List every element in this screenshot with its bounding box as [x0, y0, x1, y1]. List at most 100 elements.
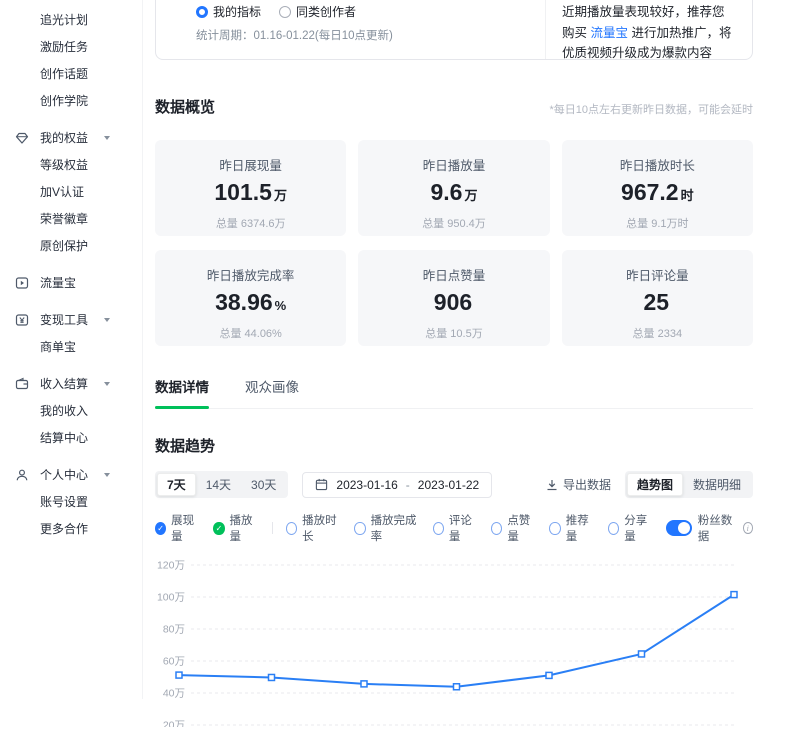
data-point-marker[interactable]: [361, 681, 367, 687]
sidebar-item[interactable]: 荣誉徽章: [0, 205, 142, 232]
sidebar-list: 追光计划激励任务创作话题创作学院我的权益等级权益加V认证荣誉徽章原创保护流量宝变…: [0, 6, 142, 542]
stat-card-unit: %: [275, 298, 287, 313]
sidebar-item[interactable]: 加V认证: [0, 178, 142, 205]
detail-tabs: 数据详情 观众画像: [155, 376, 753, 409]
circle-unchecked-icon: [433, 522, 444, 535]
radio-dot-icon: [196, 6, 208, 18]
date-end: 2023-01-22: [418, 478, 479, 492]
tab-data-detail[interactable]: 数据详情: [155, 376, 209, 408]
circle-unchecked-icon: [608, 522, 619, 535]
sidebar-item-label: 加V认证: [40, 183, 84, 200]
chart-view-segmented: 趋势图数据明细: [625, 471, 753, 498]
y-axis-tick: 100万: [157, 592, 185, 604]
sidebar-item[interactable]: 结算中心: [0, 424, 142, 451]
stat-card-total: 总量 6374.6万: [155, 215, 346, 231]
sidebar-item[interactable]: 我的权益: [0, 124, 142, 151]
sidebar-item[interactable]: 原创保护: [0, 232, 142, 259]
metric-checkbox[interactable]: 播放时长: [286, 512, 341, 544]
sidebar-item[interactable]: 等级权益: [0, 151, 142, 178]
metric-label: 分享量: [624, 512, 653, 544]
stat-card-number: 101.5: [214, 179, 272, 205]
fans-data-toggle[interactable]: [666, 520, 691, 536]
sidebar-item[interactable]: 个人中心: [0, 461, 142, 488]
sidebar-item-label: 创作话题: [40, 65, 88, 82]
range-option-0[interactable]: 7天: [157, 473, 196, 496]
metric-checkbox[interactable]: ✓ 播放量: [213, 512, 258, 544]
sidebar-item[interactable]: 流量宝: [0, 269, 142, 296]
stat-card-label: 昨日播放时长: [562, 155, 753, 174]
data-point-marker[interactable]: [639, 651, 645, 657]
traffic-bao-link[interactable]: 流量宝: [590, 26, 628, 40]
data-point-marker[interactable]: [546, 672, 552, 678]
radio-label: 同类创作者: [296, 3, 356, 20]
metric-label: 播放完成率: [371, 512, 420, 544]
date-separator: -: [406, 478, 410, 492]
indicator-radio-group: 我的指标 同类创作者: [196, 3, 545, 20]
view-option-1[interactable]: 数据明细: [683, 473, 751, 496]
data-point-marker[interactable]: [269, 674, 275, 680]
metric-label: 播放量: [230, 512, 259, 544]
metric-checkbox[interactable]: 播放完成率: [354, 512, 419, 544]
stat-card-number: 25: [644, 289, 670, 315]
range-option-1[interactable]: 14天: [196, 473, 241, 496]
sidebar-item-label: 变现工具: [40, 311, 88, 328]
y-axis-tick: 120万: [157, 560, 185, 572]
main-content: 我的指标同类创作者 统计周期：01.16-01.22(每日10点更新) 近期播放…: [155, 0, 753, 732]
metric-checkbox[interactable]: 分享量: [608, 512, 653, 544]
sidebar-item[interactable]: 商单宝: [0, 333, 142, 360]
sidebar-item-label: 追光计划: [40, 11, 88, 28]
stat-card-number: 38.96: [215, 289, 273, 315]
view-option-0[interactable]: 趋势图: [627, 473, 683, 496]
stat-card: 昨日点赞量906总量 10.5万: [358, 250, 549, 346]
chevron-down-icon: [104, 318, 110, 322]
sidebar-item[interactable]: 激励任务: [0, 33, 142, 60]
sidebar-item-label: 创作学院: [40, 92, 88, 109]
stat-card-label: 昨日播放完成率: [155, 265, 346, 284]
sidebar-item-label: 激励任务: [40, 38, 88, 55]
wallet-icon: [15, 377, 29, 391]
sidebar-item-label: 结算中心: [40, 429, 88, 446]
sidebar-item[interactable]: 追光计划: [0, 6, 142, 33]
range-option-2[interactable]: 30天: [241, 473, 286, 496]
circle-unchecked-icon: [354, 522, 365, 535]
monetize-icon: [15, 313, 29, 327]
sidebar-item[interactable]: 变现工具: [0, 306, 142, 333]
stat-card: 昨日播放时长967.2时总量 9.1万时: [562, 140, 753, 236]
data-point-marker[interactable]: [176, 672, 182, 678]
traffic-box-icon: [15, 276, 29, 290]
stat-card-total: 总量 9.1万时: [562, 215, 753, 231]
sidebar-item[interactable]: 更多合作: [0, 515, 142, 542]
indicator-radio[interactable]: 我的指标: [196, 3, 261, 20]
circle-check-icon: ✓: [213, 522, 224, 535]
sidebar-item[interactable]: 收入结算: [0, 370, 142, 397]
sidebar-item[interactable]: 创作话题: [0, 60, 142, 87]
export-data-button[interactable]: 导出数据: [546, 476, 611, 493]
data-point-marker[interactable]: [454, 684, 460, 690]
series-line-展现量: [179, 595, 734, 687]
metric-checkbox[interactable]: 点赞量: [491, 512, 536, 544]
indicator-radio[interactable]: 同类创作者: [279, 3, 356, 20]
metric-label: 播放时长: [302, 512, 341, 544]
data-point-marker[interactable]: [731, 592, 737, 598]
fans-data-control: 粉丝数据i: [666, 512, 753, 544]
sidebar-item-label: 个人中心: [40, 466, 88, 483]
metrics-notice-card: 我的指标同类创作者 统计周期：01.16-01.22(每日10点更新) 近期播放…: [155, 0, 753, 60]
toggle-knob: [678, 522, 690, 534]
radio-label: 我的指标: [213, 3, 261, 20]
metric-checkbox[interactable]: ✓展现量: [155, 512, 200, 544]
sidebar-item[interactable]: 我的收入: [0, 397, 142, 424]
metric-label: 评论量: [449, 512, 478, 544]
metric-checkbox[interactable]: 评论量: [433, 512, 478, 544]
sidebar-item-label: 流量宝: [40, 274, 76, 291]
stat-card-label: 昨日评论量: [562, 265, 753, 284]
tab-audience-portrait[interactable]: 观众画像: [245, 376, 299, 408]
metric-checkbox[interactable]: 推荐量: [549, 512, 594, 544]
info-icon[interactable]: i: [743, 522, 753, 534]
chevron-down-icon: [104, 473, 110, 477]
sidebar-item[interactable]: 创作学院: [0, 87, 142, 114]
sidebar-item[interactable]: 账号设置: [0, 488, 142, 515]
chevron-down-icon: [104, 382, 110, 386]
sidebar-item-label: 等级权益: [40, 156, 88, 173]
stat-period-text: 统计周期：01.16-01.22(每日10点更新): [196, 27, 545, 43]
date-range-picker[interactable]: 2023-01-16 - 2023-01-22: [302, 472, 492, 498]
